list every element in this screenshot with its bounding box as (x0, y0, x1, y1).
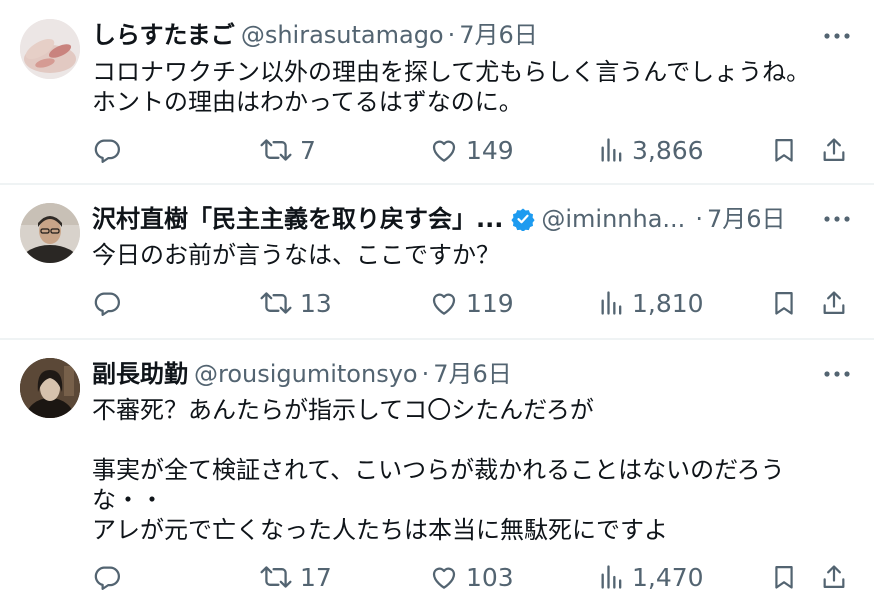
retweet-icon (260, 292, 292, 314)
more-icon (824, 33, 850, 39)
more-button[interactable] (822, 357, 852, 391)
share-icon (823, 565, 845, 589)
more-icon (824, 216, 850, 222)
like-button[interactable]: 103 (428, 560, 514, 594)
reply-button[interactable] (92, 560, 128, 594)
retweet-button[interactable]: 17 (258, 560, 332, 594)
action-bar: 17 103 1,470 (92, 560, 854, 594)
tweet-2[interactable]: 沢村直樹「民主主義を取り戻す会」... @iminnha... · 7月6日 今… (0, 185, 874, 338)
more-button[interactable] (822, 19, 852, 53)
tweet-date[interactable]: 7月6日 (707, 202, 786, 236)
tweet-1[interactable]: しらすたまご @shirasutamago · 7月6日 コロナワクチン以外の理… (0, 0, 874, 183)
tweet-header: 副長助勤 @rousigumitonsyo · 7月6日 (92, 357, 784, 391)
tweet-date[interactable]: 7月6日 (459, 18, 538, 52)
avatar[interactable] (20, 203, 80, 263)
author-handle[interactable]: @iminnha... (541, 202, 685, 236)
separator-dot: · (695, 205, 703, 233)
retweet-button[interactable]: 7 (258, 133, 316, 167)
retweet-button[interactable]: 13 (258, 286, 332, 320)
retweet-count: 7 (300, 135, 316, 165)
views-count: 1,810 (632, 288, 704, 318)
author-name[interactable]: 沢村直樹「民主主義を取り戻す会」... (92, 202, 503, 236)
like-count: 119 (466, 288, 514, 318)
like-button[interactable]: 119 (428, 286, 514, 320)
views-button[interactable]: 3,866 (598, 133, 704, 167)
author-handle[interactable]: @rousigumitonsyo (194, 357, 418, 391)
share-button[interactable] (820, 286, 848, 320)
retweet-icon (260, 139, 292, 161)
tweet-date[interactable]: 7月6日 (433, 357, 512, 391)
share-button[interactable] (820, 133, 848, 167)
avatar[interactable] (20, 358, 80, 418)
like-button[interactable]: 149 (428, 133, 514, 167)
avatar-image (20, 358, 80, 418)
share-icon (823, 138, 845, 162)
separator-dot: · (421, 360, 430, 388)
bookmark-icon (775, 565, 793, 589)
retweet-icon (260, 566, 292, 588)
action-bar: 7 149 3,866 (92, 133, 854, 167)
views-icon (601, 138, 622, 162)
avatar-image (20, 203, 80, 263)
bookmark-icon (775, 138, 793, 162)
reply-icon (94, 566, 120, 590)
like-icon (432, 293, 456, 315)
retweet-count: 13 (300, 288, 332, 318)
verified-icon (511, 208, 535, 231)
verified-badge (511, 207, 535, 231)
author-name[interactable]: しらすたまご (92, 18, 235, 52)
share-button[interactable] (820, 560, 848, 594)
bookmark-button[interactable] (770, 560, 798, 594)
author-handle[interactable]: @shirasutamago (241, 18, 444, 52)
tweet-text: 不審死？あんたらが指示してコ〇シたんだろが 事実が全て検証されて、こいつらが裁か… (92, 396, 785, 544)
separator-dot: · (447, 21, 456, 49)
like-count: 149 (466, 135, 514, 165)
tweet-text: コロナワクチン以外の理由を探して尤もらしく言うんでしょうね。 ホントの理由はわか… (92, 58, 811, 116)
like-icon (432, 567, 456, 589)
retweet-count: 17 (300, 562, 332, 592)
share-icon (823, 291, 845, 315)
reply-icon (94, 292, 120, 316)
avatar[interactable] (20, 19, 80, 79)
tweet-text: 今日のお前が言うなは、ここですか？ (92, 241, 500, 269)
views-button[interactable]: 1,810 (598, 286, 704, 320)
views-icon (601, 565, 622, 589)
views-count: 3,866 (632, 135, 704, 165)
reply-icon (94, 139, 120, 163)
reply-button[interactable] (92, 286, 128, 320)
views-button[interactable]: 1,470 (598, 560, 704, 594)
tweet-header: しらすたまご @shirasutamago · 7月6日 (92, 18, 784, 52)
tweet-header: 沢村直樹「民主主義を取り戻す会」... @iminnha... · 7月6日 (92, 202, 786, 236)
like-icon (432, 140, 456, 162)
like-count: 103 (466, 562, 514, 592)
bookmark-button[interactable] (770, 286, 798, 320)
author-name[interactable]: 副長助勤 (92, 357, 188, 391)
bookmark-button[interactable] (770, 133, 798, 167)
avatar-image (20, 19, 80, 79)
reply-button[interactable] (92, 133, 128, 167)
bookmark-icon (775, 291, 793, 315)
more-button[interactable] (822, 202, 852, 236)
more-icon (824, 371, 850, 377)
views-count: 1,470 (632, 562, 704, 592)
action-bar: 13 119 1,810 (92, 286, 854, 320)
views-icon (601, 291, 622, 315)
tweet-3[interactable]: 副長助勤 @rousigumitonsyo · 7月6日 不審死？あんたらが指示… (0, 340, 874, 604)
